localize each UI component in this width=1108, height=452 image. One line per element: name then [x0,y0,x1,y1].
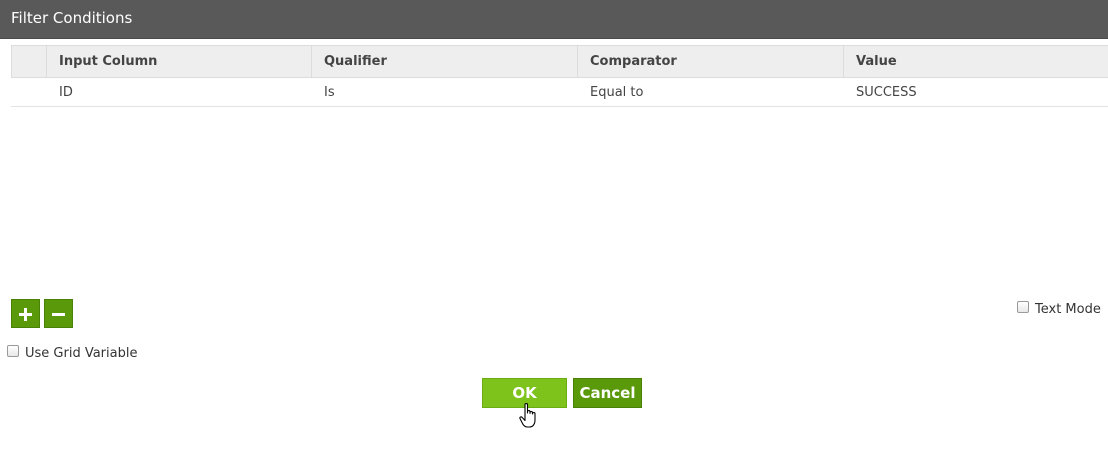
column-header-input-column[interactable]: Input Column [46,45,312,78]
cell-comparator[interactable]: Equal to [577,77,844,107]
column-header-qualifier[interactable]: Qualifier [311,45,578,78]
text-mode-label[interactable]: Text Mode [1035,302,1101,317]
table-row[interactable]: ID Is Equal to SUCCESS [11,77,1108,107]
use-grid-variable-checkbox[interactable] [7,345,19,357]
cell-qualifier[interactable]: Is [311,77,578,107]
remove-row-button[interactable] [44,299,73,328]
dialog-title-bar: Filter Conditions [0,0,1108,39]
dialog-title: Filter Conditions [11,9,133,27]
add-row-button[interactable] [11,299,40,328]
cancel-button[interactable]: Cancel [573,378,642,408]
row-selector-cell[interactable] [11,77,47,107]
text-mode-checkbox[interactable] [1017,301,1029,313]
hand-pointer-cursor-icon [519,402,536,428]
cell-value[interactable]: SUCCESS [843,77,1108,107]
row-selector-header [11,45,47,78]
column-header-comparator[interactable]: Comparator [577,45,844,78]
column-header-value[interactable]: Value [843,45,1108,78]
use-grid-variable-label[interactable]: Use Grid Variable [25,346,137,361]
filter-conditions-grid: Input Column Qualifier Comparator Value … [11,45,1108,107]
grid-header-row: Input Column Qualifier Comparator Value [11,45,1108,78]
cell-input-column[interactable]: ID [46,77,312,107]
